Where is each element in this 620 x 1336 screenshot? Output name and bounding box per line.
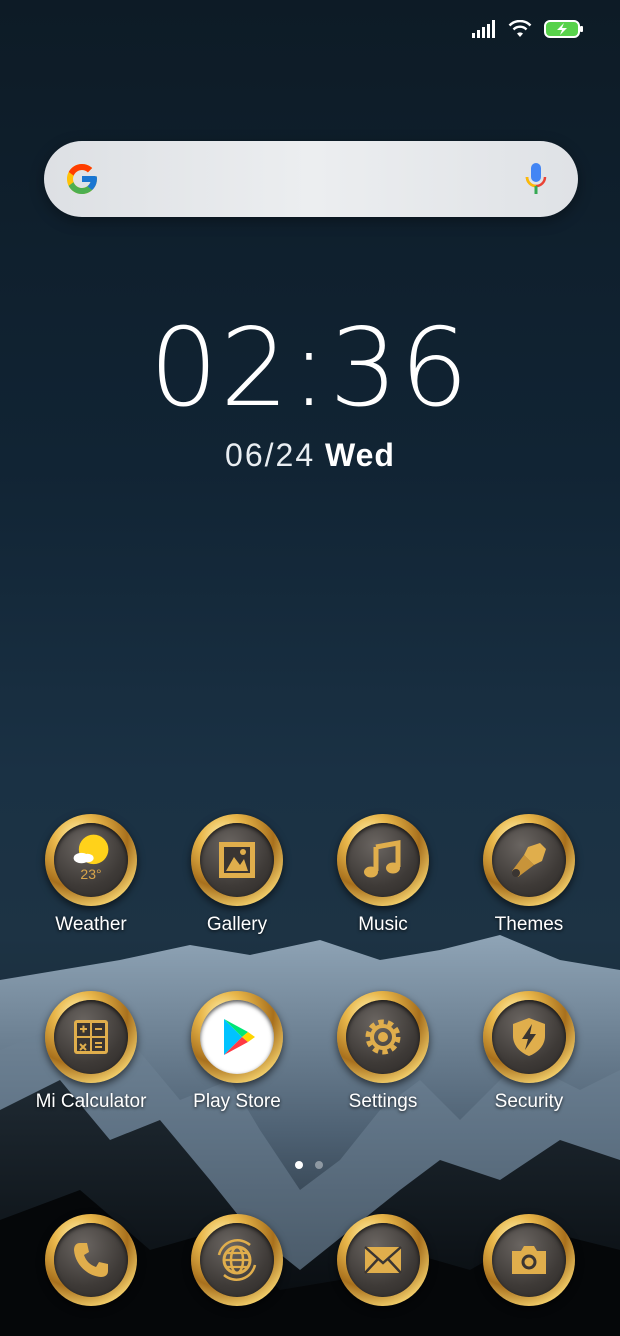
app-themes[interactable]: Themes: [456, 814, 602, 936]
app-label: Gallery: [206, 914, 268, 935]
dock-messages[interactable]: [310, 1214, 456, 1306]
clock-hours: 02: [149, 306, 291, 431]
page-indicator[interactable]: [295, 1161, 323, 1169]
date-label: 06/24 Wed: [0, 437, 620, 474]
microphone-icon[interactable]: [524, 163, 548, 197]
calculator-icon: [74, 1020, 108, 1054]
phone-icon: [74, 1243, 108, 1277]
date-month-day: 06/24: [225, 437, 316, 473]
app-mi-calculator[interactable]: Mi Calculator: [18, 991, 164, 1113]
camera-icon: [512, 1246, 546, 1274]
app-music[interactable]: Music: [310, 814, 456, 936]
search-input[interactable]: [116, 159, 500, 201]
shield-bolt-icon: [513, 1018, 545, 1056]
app-label: Themes: [494, 914, 564, 935]
browser-globe-icon: [217, 1239, 257, 1281]
app-settings[interactable]: Settings: [310, 991, 456, 1113]
app-label: Music: [358, 914, 408, 935]
google-g-icon: [67, 164, 97, 194]
wifi-icon: [508, 20, 532, 37]
app-weather[interactable]: 23° Weather: [18, 814, 164, 936]
app-label: Play Store: [193, 1091, 281, 1112]
gallery-icon: [219, 842, 255, 878]
battery-charging-icon: [544, 20, 583, 38]
app-label: Settings: [348, 1091, 418, 1112]
signal-bars-icon: [472, 20, 495, 38]
weather-temp: 23°: [80, 866, 102, 882]
status-bar: [472, 16, 584, 42]
music-note-icon: [364, 840, 401, 878]
clock-colon: :: [290, 306, 330, 431]
dock-camera[interactable]: [456, 1214, 602, 1306]
page-dot[interactable]: [315, 1161, 323, 1169]
app-label: Weather: [55, 914, 127, 935]
page-dot-active[interactable]: [295, 1161, 303, 1169]
google-search-bar[interactable]: [44, 141, 578, 217]
dock-phone[interactable]: [18, 1214, 164, 1306]
app-label: Security: [494, 1091, 564, 1112]
gear-icon: [365, 1019, 401, 1055]
weather-app-icon: 23°: [45, 814, 137, 906]
clock-minutes: 36: [329, 306, 471, 431]
dock-browser[interactable]: [164, 1214, 310, 1306]
paintbrush-icon: [512, 843, 546, 877]
app-play-store[interactable]: Play Store: [164, 991, 310, 1113]
play-store-icon: [224, 1019, 255, 1055]
app-gallery[interactable]: Gallery: [164, 814, 310, 936]
clock-widget[interactable]: 02:36: [0, 315, 620, 423]
date-weekday: Wed: [325, 437, 395, 473]
app-security[interactable]: Security: [456, 991, 602, 1113]
messages-envelope-icon: [364, 1246, 402, 1274]
app-label: Mi Calculator: [35, 1091, 147, 1112]
